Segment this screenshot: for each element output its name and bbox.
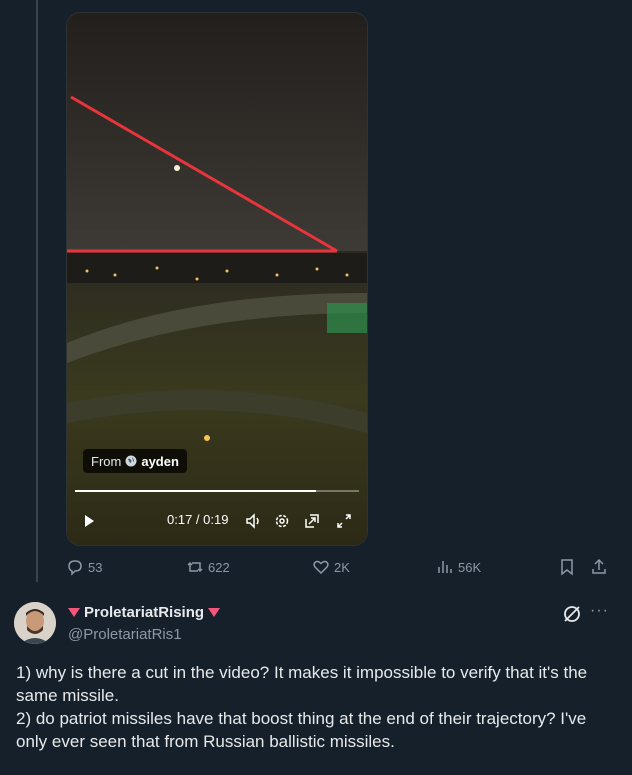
video-progress-bar[interactable] xyxy=(75,490,359,492)
settings-icon xyxy=(275,514,289,528)
time-current: 0:17 xyxy=(167,512,193,527)
like-button[interactable]: 2K xyxy=(312,558,350,576)
globe-icon xyxy=(125,455,137,467)
views-button[interactable]: 56K xyxy=(436,558,481,576)
time-separator: / xyxy=(192,512,204,527)
red-triangle-icon xyxy=(208,608,221,617)
play-icon xyxy=(85,515,94,527)
fullscreen-icon xyxy=(337,514,351,528)
views-chart-icon xyxy=(438,561,452,573)
bookmark-icon xyxy=(561,559,573,576)
reply-count: 53 xyxy=(88,559,103,575)
pip-icon xyxy=(305,514,319,528)
repost-icon xyxy=(187,561,203,573)
heart-icon xyxy=(313,560,329,575)
reply-button[interactable]: 53 xyxy=(66,558,102,576)
repost-count: 622 xyxy=(208,559,230,575)
settings-button[interactable] xyxy=(271,509,293,533)
avatar[interactable] xyxy=(14,602,56,644)
from-attribution-badge[interactable]: From ayden xyxy=(83,449,187,473)
repost-button[interactable]: 622 xyxy=(186,558,230,576)
bookmark-button[interactable] xyxy=(558,558,576,576)
mute-button[interactable] xyxy=(243,509,265,533)
from-label: From xyxy=(91,453,122,469)
picture-in-picture-button[interactable] xyxy=(301,509,323,533)
post-text-line-1: 1) why is there a cut in the video? It m… xyxy=(16,663,588,705)
like-count: 2K xyxy=(334,559,350,575)
avatar-image xyxy=(14,602,56,644)
volume-icon xyxy=(246,513,259,529)
post-text: 1) why is there a cut in the video? It m… xyxy=(16,661,616,753)
post-text-line-2: 2) do patriot missiles have that boost t… xyxy=(16,709,587,751)
fullscreen-button[interactable] xyxy=(333,509,355,533)
share-icon xyxy=(592,558,606,574)
video-player[interactable]: From ayden 0:17 / 0:19 xyxy=(66,12,368,546)
red-triangle-icon xyxy=(68,608,80,617)
video-time: 0:17 / 0:19 xyxy=(167,512,228,527)
grok-icon[interactable] xyxy=(562,604,582,624)
reply-icon xyxy=(68,560,82,576)
post-actions-bar: 53 622 2K 56K xyxy=(66,558,616,580)
more-options-button[interactable]: ··· xyxy=(590,602,609,620)
user-handle[interactable]: @ProletariatRis1 xyxy=(68,626,182,643)
views-count: 56K xyxy=(458,559,482,575)
display-name[interactable]: ProletariatRising xyxy=(68,604,221,621)
video-progress-fill xyxy=(75,490,317,492)
video-controls: 0:17 / 0:19 xyxy=(67,509,367,533)
play-button[interactable] xyxy=(79,509,99,533)
time-total: 0:19 xyxy=(203,512,229,527)
from-username: ayden xyxy=(141,453,179,469)
share-button[interactable] xyxy=(590,558,608,576)
thread-connector-line xyxy=(36,0,38,582)
display-name-text: ProletariatRising xyxy=(84,604,205,621)
